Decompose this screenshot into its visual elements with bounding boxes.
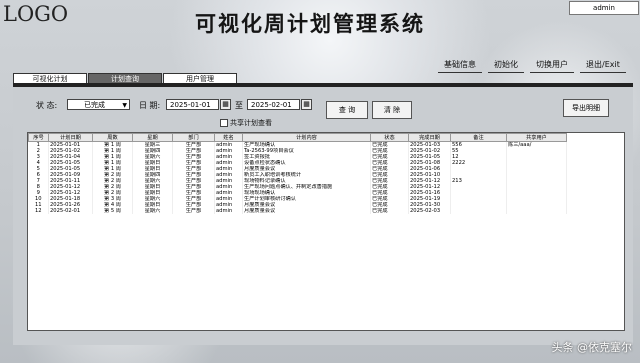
query-button[interactable]: 查 询 bbox=[326, 101, 368, 119]
col-header[interactable]: 完成日期 bbox=[408, 133, 451, 142]
calendar-icon-from[interactable]: ▦ bbox=[220, 99, 231, 110]
table-cell: 2025-02-03 bbox=[408, 208, 451, 214]
plan-table[interactable]: 序号 计划日期 周数 星期 部门 姓名 计划内容 状态 完成日期 备注 共享用户… bbox=[27, 132, 625, 331]
date-from-field[interactable]: 2025-01-01 bbox=[166, 99, 219, 110]
table-cell: 星期六 bbox=[132, 208, 173, 214]
app-title: 可视化周计划管理系统 bbox=[195, 11, 425, 36]
menu-switch-user[interactable]: 切换用户 bbox=[530, 58, 574, 73]
table-row[interactable]: 12 2025-02-01 第 5 周星期六 生产部 admin 月度质量会议 已完成 202… bbox=[28, 208, 567, 214]
table-cell: 第 5 周 bbox=[92, 208, 133, 214]
table-cell bbox=[450, 208, 507, 214]
table-cell: 已完成 bbox=[370, 208, 409, 214]
calendar-icon-to[interactable]: ▦ bbox=[301, 99, 312, 110]
col-header[interactable]: 周数 bbox=[92, 133, 133, 142]
shared-plan-label: 共享计划查看 bbox=[230, 119, 272, 127]
app-logo: LOGO bbox=[3, 2, 69, 26]
col-header[interactable]: 计划日期 bbox=[48, 133, 93, 142]
menu-basic-info[interactable]: 基础信息 bbox=[438, 58, 482, 73]
shared-plan-checkbox[interactable] bbox=[220, 119, 228, 127]
top-menu: 基础信息 初始化 切换用户 退出/Exit bbox=[432, 58, 626, 73]
col-header[interactable]: 序号 bbox=[28, 133, 49, 142]
table-cell: admin bbox=[214, 208, 243, 214]
menu-exit[interactable]: 退出/Exit bbox=[580, 58, 626, 73]
table-cell: 生产部 bbox=[172, 208, 215, 214]
table-cell bbox=[506, 208, 567, 214]
col-header[interactable]: 姓名 bbox=[214, 133, 243, 142]
col-header[interactable]: 共享用户 bbox=[506, 133, 567, 142]
date-to-field[interactable]: 2025-02-01 bbox=[247, 99, 300, 110]
col-header[interactable]: 部门 bbox=[172, 133, 215, 142]
status-select-value: 已完成 bbox=[84, 101, 105, 109]
table-header-row: 序号 计划日期 周数 星期 部门 姓名 计划内容 状态 完成日期 备注 共享用户 bbox=[28, 133, 567, 142]
status-label: 状 态: bbox=[36, 101, 58, 110]
export-button[interactable]: 导出明细 bbox=[563, 99, 609, 117]
current-user-field: admin bbox=[569, 1, 639, 15]
status-select[interactable]: 已完成 ▼ bbox=[67, 99, 130, 110]
table-cell: 12 bbox=[28, 208, 49, 214]
col-header[interactable]: 星期 bbox=[132, 133, 173, 142]
col-header[interactable]: 状态 bbox=[370, 133, 409, 142]
clear-button[interactable]: 清 除 bbox=[372, 101, 412, 119]
watermark-text: 头条 @依克塞尔 bbox=[551, 341, 633, 354]
chevron-down-icon: ▼ bbox=[122, 102, 127, 109]
col-header[interactable]: 计划内容 bbox=[242, 133, 371, 142]
date-label: 日 期: bbox=[139, 101, 161, 110]
table-cell: 2025-02-01 bbox=[48, 208, 93, 214]
date-to-label: 至 bbox=[235, 101, 243, 110]
table-cell: 月度质量会议 bbox=[242, 208, 371, 214]
menu-initialize[interactable]: 初始化 bbox=[488, 58, 524, 73]
col-header[interactable]: 备注 bbox=[450, 133, 507, 142]
